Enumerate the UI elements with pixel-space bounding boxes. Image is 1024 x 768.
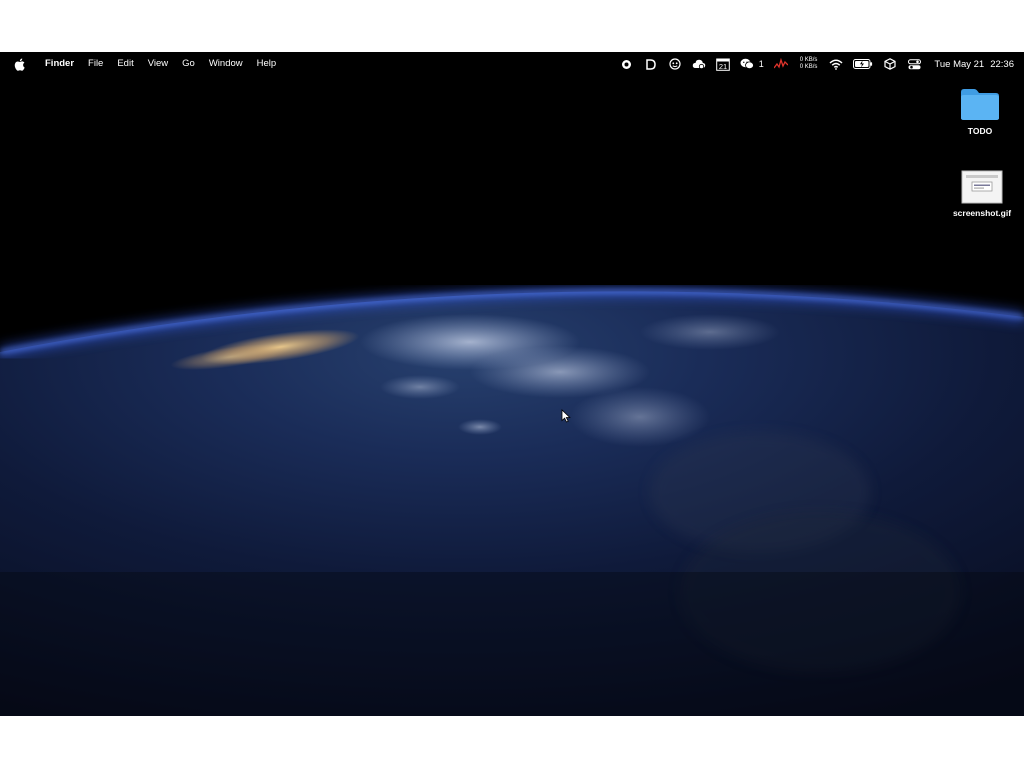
- folder-icon: [961, 89, 999, 120]
- control-center-icon[interactable]: [907, 57, 921, 71]
- calendar-icon[interactable]: 21: [715, 57, 730, 71]
- menu-go[interactable]: Go: [175, 52, 202, 76]
- menu-file[interactable]: File: [81, 52, 110, 76]
- download-speed: 0 KB/s: [799, 64, 818, 70]
- activity-graph-icon[interactable]: [773, 57, 788, 71]
- wifi-icon[interactable]: [829, 57, 843, 71]
- menu-edit[interactable]: Edit: [110, 52, 140, 76]
- record-icon[interactable]: [620, 57, 634, 71]
- menu-bar: Finder File Edit View Go Window Help 21: [0, 52, 1024, 76]
- desktop-screen: Finder File Edit View Go Window Help 21: [0, 52, 1024, 716]
- box-icon[interactable]: [883, 57, 897, 71]
- cloud-app-icon[interactable]: [692, 57, 706, 71]
- menu-window[interactable]: Window: [202, 52, 250, 76]
- wechat-badge: 1: [758, 59, 764, 69]
- qq-icon[interactable]: [668, 57, 682, 71]
- desktop-icon-screenshot[interactable]: screenshot.gif: [942, 170, 1022, 218]
- desktop-icon-todo[interactable]: TODO: [940, 86, 1020, 136]
- clock-time: 22:36: [990, 58, 1014, 70]
- mouse-pointer-icon: [561, 409, 571, 423]
- apple-menu-icon[interactable]: [12, 57, 26, 71]
- desktop-icon-label: TODO: [967, 126, 993, 136]
- desktop-icon-label: screenshot.gif: [952, 208, 1012, 218]
- desktop-wallpaper: [0, 52, 1024, 716]
- d-app-icon[interactable]: [644, 57, 658, 71]
- calendar-day-text: 21: [719, 62, 727, 71]
- image-file-icon: [961, 170, 1003, 204]
- wechat-icon[interactable]: [740, 57, 754, 71]
- upload-speed: 0 KB/s: [799, 57, 818, 63]
- battery-icon[interactable]: [853, 57, 873, 71]
- menu-bar-clock[interactable]: Tue May 21 22:36: [934, 59, 1014, 70]
- app-menu-finder[interactable]: Finder: [38, 52, 81, 76]
- clock-date: Tue May 21: [934, 58, 985, 70]
- menu-view[interactable]: View: [141, 52, 175, 76]
- network-speed-monitor[interactable]: 0 KB/s 0 KB/s: [800, 57, 818, 71]
- menu-help[interactable]: Help: [250, 52, 284, 76]
